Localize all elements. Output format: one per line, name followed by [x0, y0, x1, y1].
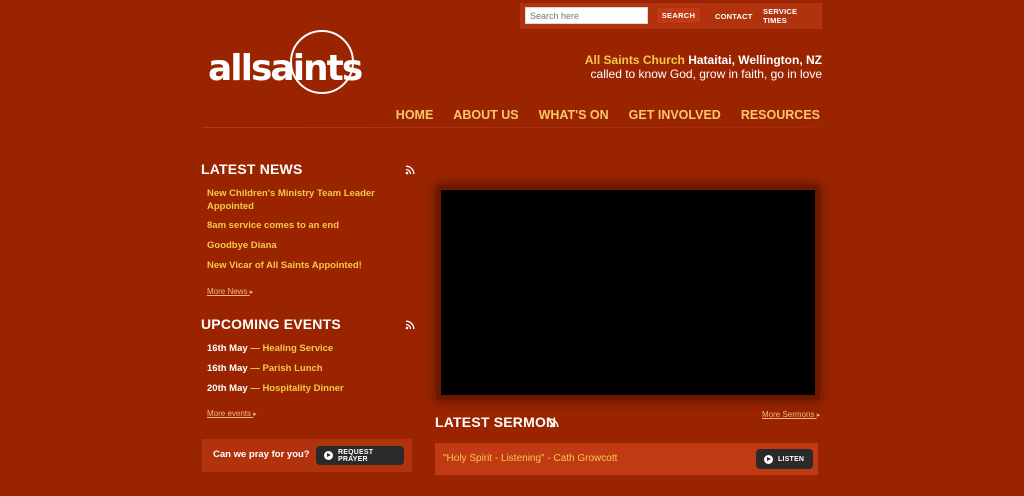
search-input[interactable]: [525, 7, 648, 24]
upcoming-events-title: UPCOMING EVENTS: [201, 316, 341, 332]
news-item[interactable]: New Children's Ministry Team Leader Appo…: [207, 187, 392, 213]
search-button[interactable]: SEARCH: [656, 7, 701, 24]
news-item[interactable]: 8am service comes to an end: [207, 219, 392, 232]
more-news-link[interactable]: More News ▸: [207, 287, 253, 296]
sermon-current-title[interactable]: "Holy Spirit - Listening" - Cath Growcot…: [443, 453, 617, 464]
event-title: Parish Lunch: [262, 363, 323, 374]
rss-icon[interactable]: [405, 320, 415, 330]
event-title: Hospitality Dinner: [262, 383, 344, 394]
top-utility-bar: SEARCH CONTACT SERVICE TIMES: [520, 3, 822, 29]
nav-get-involved[interactable]: GET INVOLVED: [629, 108, 721, 122]
logo[interactable]: allsaints: [205, 30, 363, 102]
latest-sermon-title: LATEST SERMON: [435, 414, 557, 430]
more-sermons-link[interactable]: More Sermons ▸: [762, 410, 820, 419]
chevron-right-icon: ▸: [253, 411, 257, 418]
event-item[interactable]: 16th May — Healing Service: [207, 343, 333, 354]
request-prayer-label: REQUEST PRAYER: [338, 448, 374, 463]
service-times-link[interactable]: SERVICE TIMES: [763, 3, 822, 29]
more-events-link[interactable]: More events ▸: [207, 409, 257, 418]
header-divider: [202, 127, 822, 128]
prayer-box: Can we pray for you? REQUEST PRAYER: [202, 439, 412, 472]
request-prayer-button[interactable]: REQUEST PRAYER: [316, 446, 404, 465]
tagline: called to know God, grow in faith, go in…: [590, 67, 822, 81]
event-date: 20th May: [207, 383, 248, 394]
church-location: Hataitai, Wellington, NZ: [688, 53, 822, 67]
rss-icon[interactable]: [405, 165, 415, 175]
prayer-text: Can we pray for you?: [213, 449, 310, 460]
main-nav: HOME ABOUT US WHAT'S ON GET INVOLVED RES…: [396, 108, 820, 122]
event-item[interactable]: 16th May — Parish Lunch: [207, 363, 323, 374]
event-dash: —: [250, 343, 260, 354]
church-info: All Saints Church Hataitai, Wellington, …: [585, 53, 822, 67]
event-item[interactable]: 20th May — Hospitality Dinner: [207, 383, 344, 394]
video-player[interactable]: [441, 190, 815, 395]
news-item[interactable]: New Vicar of All Saints Appointed!: [207, 259, 392, 272]
church-name: All Saints Church: [584, 53, 685, 67]
nav-resources[interactable]: RESOURCES: [741, 108, 820, 122]
nav-whats-on[interactable]: WHAT'S ON: [539, 108, 609, 122]
play-circle-icon: [324, 451, 333, 460]
more-sermons-label: More Sermons: [762, 410, 815, 419]
sermon-bar: "Holy Spirit - Listening" - Cath Growcot…: [435, 443, 818, 475]
rss-icon[interactable]: [549, 418, 559, 428]
chevron-right-icon: ▸: [816, 412, 821, 419]
news-item[interactable]: Goodbye Diana: [207, 239, 392, 252]
play-circle-icon: [764, 454, 773, 464]
nav-about-us[interactable]: ABOUT US: [453, 108, 518, 122]
logo-text: allsaints: [208, 48, 363, 89]
contact-link[interactable]: CONTACT: [715, 3, 753, 29]
event-title: Healing Service: [262, 343, 334, 354]
latest-news-title: LATEST NEWS: [201, 161, 303, 177]
event-date: 16th May: [207, 343, 248, 354]
video-frame: [436, 185, 820, 400]
nav-home[interactable]: HOME: [396, 108, 434, 122]
event-dash: —: [250, 363, 260, 374]
event-date: 16th May: [207, 363, 248, 374]
more-events-label: More events: [207, 409, 252, 418]
listen-button[interactable]: LISTEN: [756, 449, 813, 469]
event-dash: —: [250, 383, 260, 394]
chevron-right-icon: ▸: [249, 289, 254, 296]
more-news-label: More News: [207, 287, 248, 296]
listen-label: LISTEN: [778, 455, 805, 463]
